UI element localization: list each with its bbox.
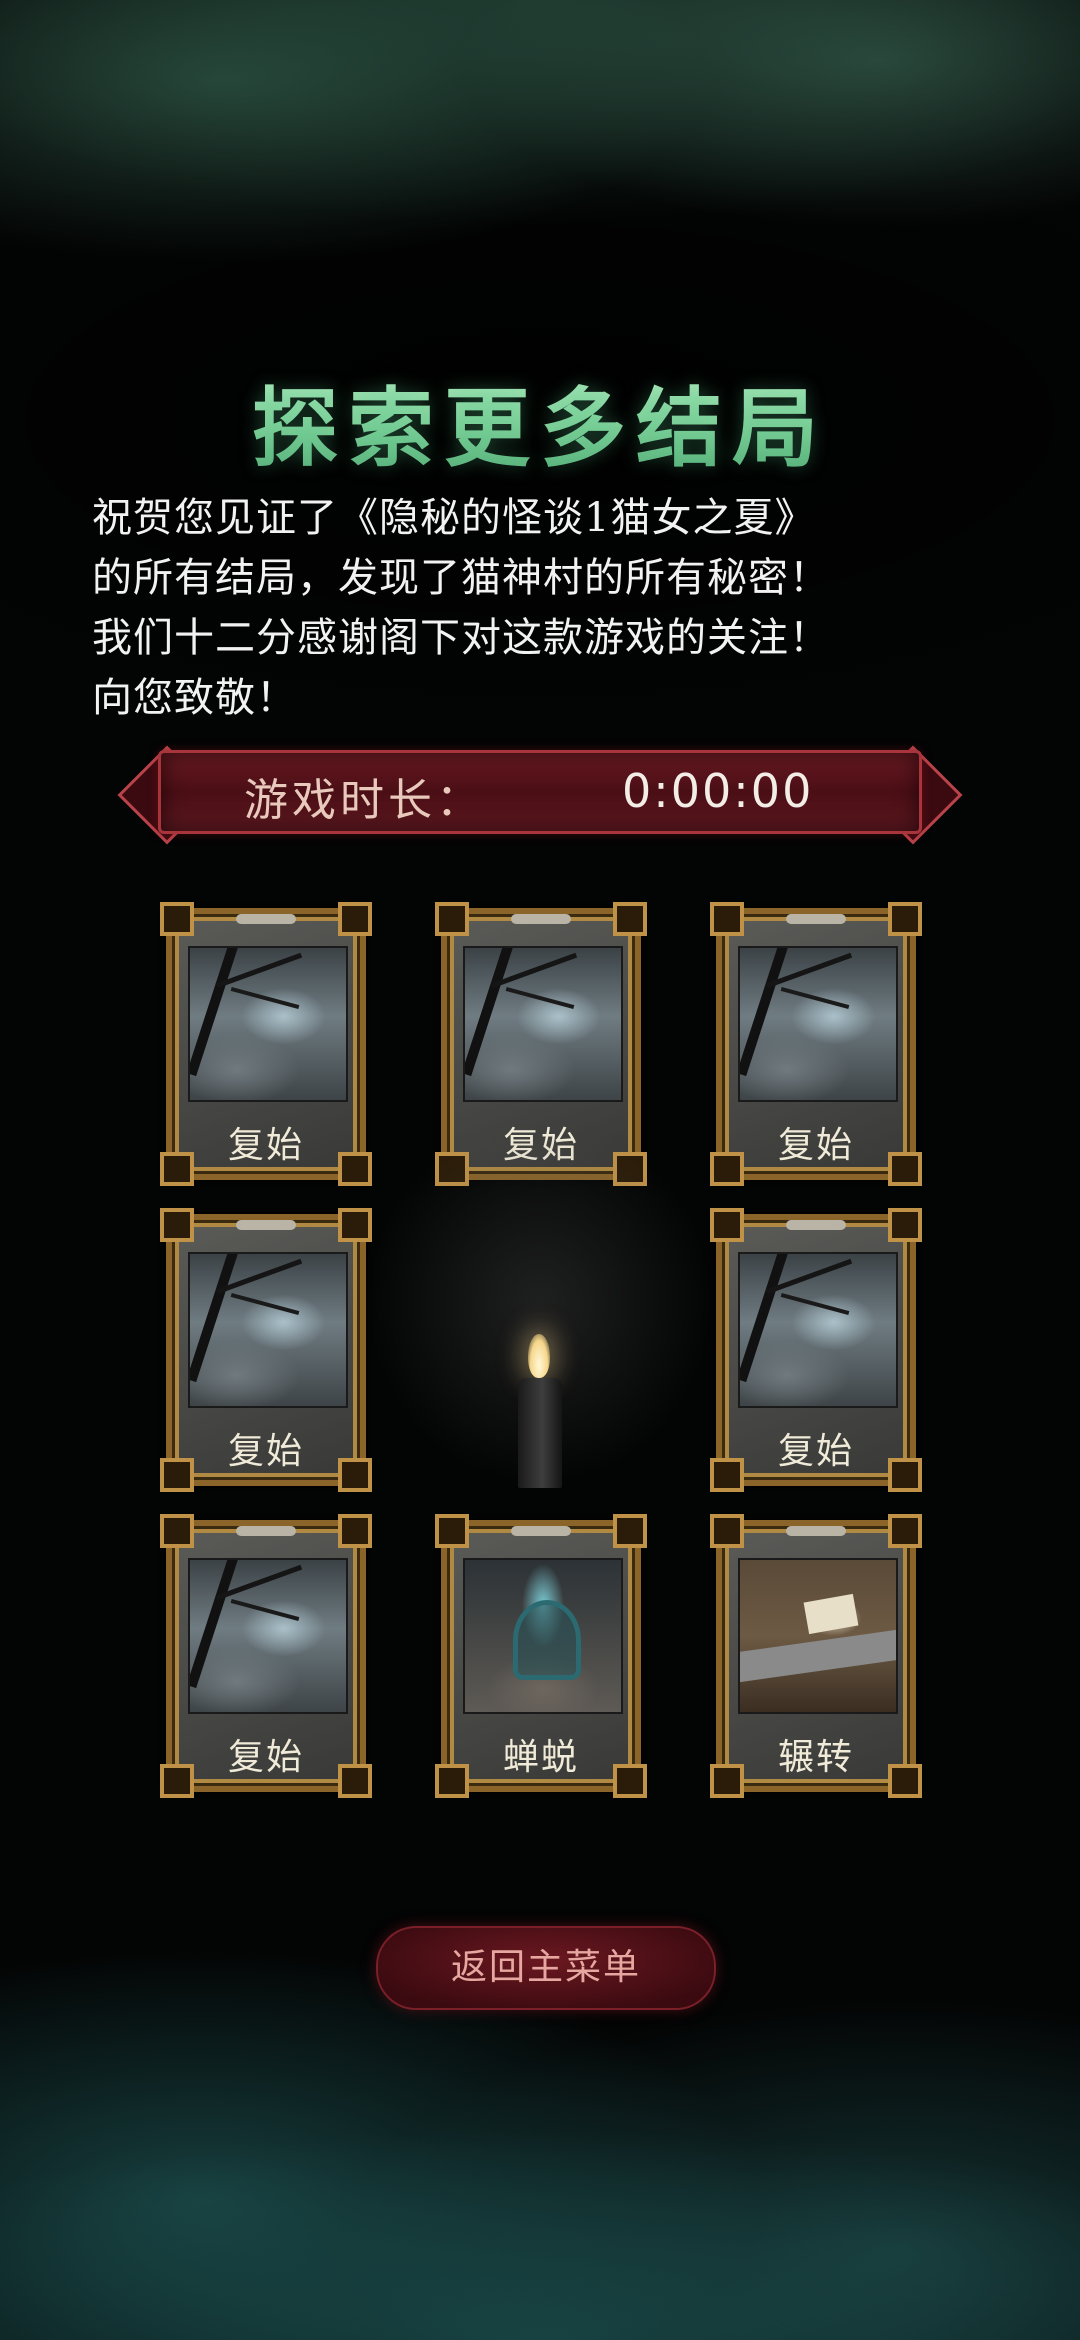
frame-ornament <box>786 1526 846 1536</box>
ending-card[interactable]: 复始 <box>160 902 372 1186</box>
frame-corner <box>160 1208 194 1242</box>
frame-corner <box>613 1514 647 1548</box>
ending-art-forest <box>738 946 898 1102</box>
ending-card[interactable]: 复始 <box>710 902 922 1186</box>
ending-art-forest <box>188 946 348 1102</box>
ending-art-desk <box>738 1558 898 1714</box>
frame-ornament <box>236 914 296 924</box>
frame-ornament <box>511 914 571 924</box>
ending-art-forest <box>738 1252 898 1408</box>
intro-line: 祝贺您见证了《隐秘的怪谈1猫女之夏》 <box>92 495 816 541</box>
ending-caption: 复始 <box>227 1737 304 1778</box>
ending-art-throne <box>463 1558 623 1714</box>
intro-line: 的所有结局，发现了猫神村的所有秘密！ <box>92 555 830 601</box>
frame-corner <box>710 1208 744 1242</box>
ending-caption: 复始 <box>227 1125 304 1166</box>
ending-card[interactable]: 复始 <box>160 1514 372 1798</box>
frame-corner <box>710 1514 744 1548</box>
frame-ornament <box>786 914 846 924</box>
ending-caption: 复始 <box>227 1431 304 1472</box>
frame-ornament <box>786 1220 846 1230</box>
ending-art-forest <box>188 1558 348 1714</box>
page-title: 探索更多结局 <box>0 358 1080 483</box>
frame-corner <box>888 1208 922 1242</box>
ending-caption: 蝉蜕 <box>502 1737 579 1778</box>
frame-corner <box>435 902 469 936</box>
ending-art-forest <box>463 946 623 1102</box>
ending-art-forest <box>188 1252 348 1408</box>
frame-corner <box>435 1514 469 1548</box>
candle-icon <box>528 1334 550 1378</box>
ending-caption: 复始 <box>777 1125 854 1166</box>
frame-ornament <box>511 1526 571 1536</box>
ending-caption: 辗转 <box>777 1737 854 1778</box>
frame-ornament <box>236 1220 296 1230</box>
frame-corner <box>888 902 922 936</box>
ending-card[interactable]: 复始 <box>160 1208 372 1492</box>
candle-wax <box>518 1378 562 1488</box>
playtime-value: 0:00:00 <box>622 764 814 818</box>
intro-line: 我们十二分感谢阁下对这款游戏的关注！ <box>92 615 830 661</box>
frame-corner <box>338 902 372 936</box>
frame-corner <box>613 902 647 936</box>
playtime-label: 游戏时长： <box>244 775 484 826</box>
ending-card[interactable]: 辗转 <box>710 1514 922 1798</box>
frame-corner <box>888 1514 922 1548</box>
frame-corner <box>160 902 194 936</box>
return-main-menu-button[interactable]: 返回主菜单 <box>376 1926 716 2010</box>
intro-line: 向您致敬！ <box>92 675 297 721</box>
frame-corner <box>338 1514 372 1548</box>
intro-text: 祝贺您见证了《隐秘的怪谈1猫女之夏》 的所有结局，发现了猫神村的所有秘密！ 我们… <box>92 488 992 728</box>
candle <box>352 1140 728 1510</box>
ending-caption: 复始 <box>777 1431 854 1472</box>
frame-corner <box>710 902 744 936</box>
playtime-banner: 游戏时长： 0:00:00 <box>112 745 968 845</box>
frame-ornament <box>236 1526 296 1536</box>
ending-card[interactable]: 蝉蜕 <box>435 1514 647 1798</box>
ending-card[interactable]: 复始 <box>710 1208 922 1492</box>
frame-corner <box>160 1514 194 1548</box>
